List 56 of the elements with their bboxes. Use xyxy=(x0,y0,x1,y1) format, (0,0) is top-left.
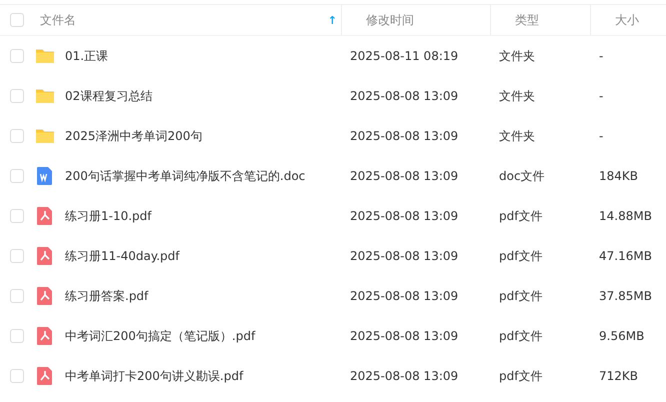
modified-time: 2025-08-08 13:09 xyxy=(350,369,458,383)
modified-time: 2025-08-08 13:09 xyxy=(350,129,458,143)
file-name-link[interactable]: 练习册1-10.pdf xyxy=(65,208,152,224)
file-size: 712KB xyxy=(599,369,638,383)
file-name-link[interactable]: 2025泽洲中考单词200句 xyxy=(65,128,202,144)
row-checkbox[interactable] xyxy=(10,289,24,303)
pdf-icon xyxy=(35,286,55,306)
file-type: doc文件 xyxy=(499,168,545,182)
pdf-icon xyxy=(35,206,55,226)
file-size: 14.88MB xyxy=(599,209,652,223)
file-name-link[interactable]: 02课程复习总结 xyxy=(65,88,152,104)
modified-time: 2025-08-08 13:09 xyxy=(350,289,458,303)
file-name-link[interactable]: 练习册11-40day.pdf xyxy=(65,248,180,264)
file-type: 文件夹 xyxy=(499,48,535,62)
row-checkbox[interactable] xyxy=(10,169,24,183)
row-checkbox[interactable] xyxy=(10,329,24,343)
file-type: pdf文件 xyxy=(499,328,542,342)
row-checkbox[interactable] xyxy=(10,89,24,103)
file-type: pdf文件 xyxy=(499,288,542,302)
column-header[interactable]: 大小 xyxy=(615,12,639,28)
row-checkbox[interactable] xyxy=(10,209,24,223)
word-document-icon xyxy=(35,166,55,186)
modified-time: 2025-08-08 13:09 xyxy=(350,209,458,223)
row-checkbox[interactable] xyxy=(10,249,24,263)
file-size: - xyxy=(599,129,604,143)
modified-time: 2025-08-08 13:09 xyxy=(350,89,458,103)
file-type: 文件夹 xyxy=(499,128,535,142)
file-type: pdf文件 xyxy=(499,248,542,262)
file-name-link[interactable]: 中考单词打卡200句讲义勘误.pdf xyxy=(65,368,244,384)
row-checkbox[interactable] xyxy=(10,49,24,63)
modified-time: 2025-08-08 13:09 xyxy=(350,329,458,343)
file-type: 文件夹 xyxy=(499,88,535,102)
file-size: 184KB xyxy=(599,169,638,183)
file-name-link[interactable]: 200句话掌握中考单词纯净版不含笔记的.doc xyxy=(65,168,306,184)
row-checkbox[interactable] xyxy=(10,369,24,383)
file-size: 37.85MB xyxy=(599,289,652,303)
file-size: 47.16MB xyxy=(599,249,652,263)
column-header[interactable]: 文件名 xyxy=(40,12,76,28)
file-type: pdf文件 xyxy=(499,368,542,382)
column-header[interactable]: 修改时间 xyxy=(366,12,414,28)
file-name-link[interactable]: 练习册答案.pdf xyxy=(65,288,148,304)
modified-time: 2025-08-08 13:09 xyxy=(350,169,458,183)
modified-time: 2025-08-11 08:19 xyxy=(350,49,458,63)
file-name-link[interactable]: 01.正课 xyxy=(65,48,108,64)
file-type: pdf文件 xyxy=(499,208,542,222)
column-header[interactable]: 类型 xyxy=(515,12,539,28)
pdf-icon xyxy=(35,246,55,266)
modified-time: 2025-08-08 13:09 xyxy=(350,249,458,263)
pdf-icon xyxy=(35,326,55,346)
select-all-checkbox[interactable] xyxy=(10,13,24,27)
pdf-icon xyxy=(35,366,55,386)
file-size: - xyxy=(599,89,604,103)
row-checkbox[interactable] xyxy=(10,129,24,143)
file-size: - xyxy=(599,49,604,63)
file-size: 9.56MB xyxy=(599,329,644,343)
file-name-link[interactable]: 中考词汇200句搞定（笔记版）.pdf xyxy=(65,328,256,344)
